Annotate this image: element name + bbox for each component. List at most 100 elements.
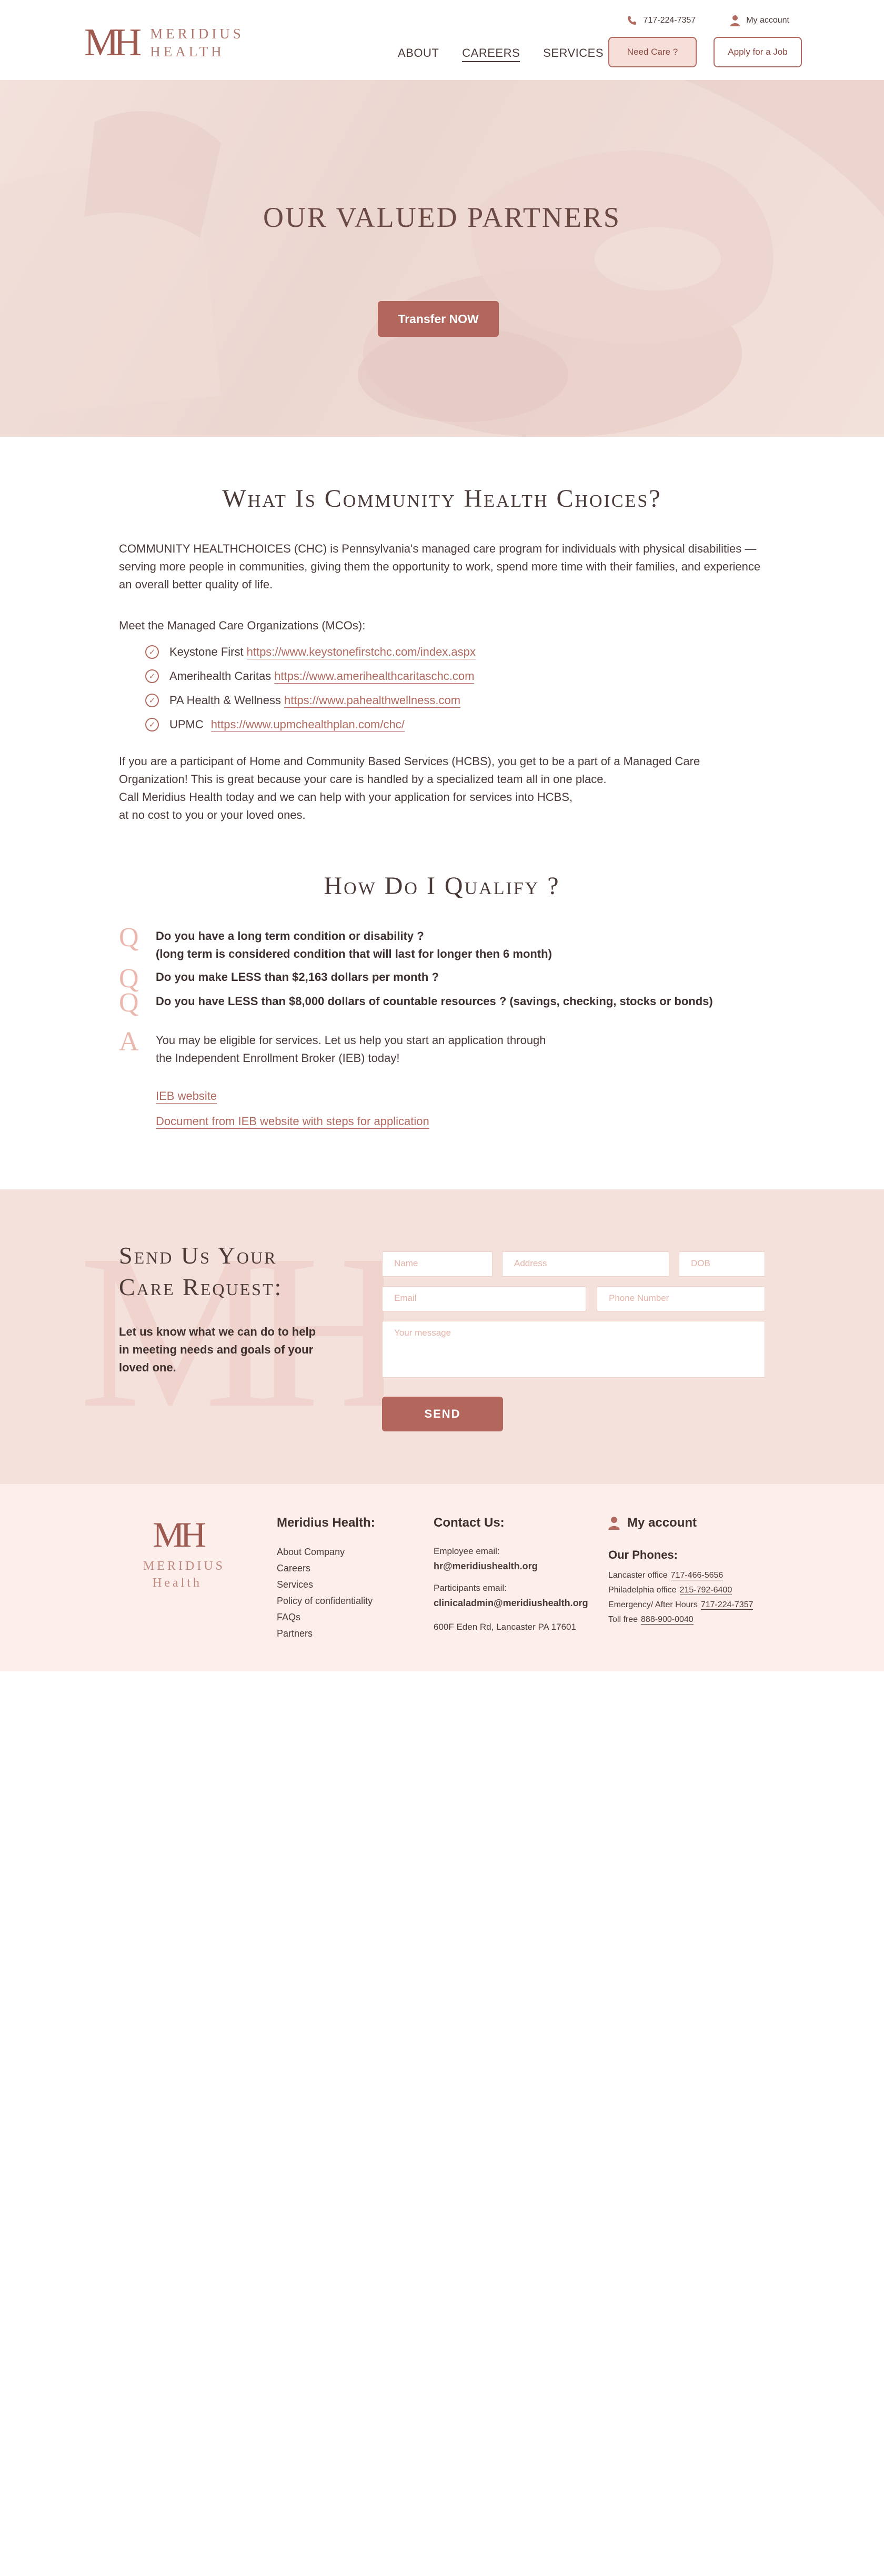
phone-number[interactable]: 888-900-0040 <box>641 1615 694 1625</box>
chc-heading: What Is Community Health Choices? <box>222 485 662 513</box>
answer-line-1: You may be eligible for services. Let us… <box>156 1034 546 1047</box>
chc-outro-line-2: Call Meridius Health today and we can he… <box>119 790 573 804</box>
phone-row: Lancaster office 717-466-5656 <box>608 1568 753 1583</box>
footer-account-link[interactable]: My account <box>608 1516 753 1530</box>
chc-outro: If you are a participant of Home and Com… <box>119 753 766 824</box>
address-input[interactable]: Address <box>502 1251 669 1277</box>
footer-company-column: Meridius Health: About Company Careers S… <box>277 1516 375 1642</box>
send-button[interactable]: SEND <box>382 1397 503 1431</box>
footer-account-label: My account <box>627 1516 697 1530</box>
ieb-document-link[interactable]: Document from IEB website with steps for… <box>156 1115 429 1129</box>
need-care-button[interactable]: Need Care ? <box>608 37 697 67</box>
request-title-line-2: Care Request: <box>119 1274 283 1300</box>
phone-number[interactable]: 215-792-6400 <box>679 1586 732 1595</box>
header-topbar: 717-224-7357 My account <box>627 15 789 26</box>
question-text: Do you have a long term condition or dis… <box>156 924 552 963</box>
check-icon: ✓ <box>145 718 159 731</box>
nav-services[interactable]: SERVICES <box>543 46 604 62</box>
phone-number[interactable]: 717-466-5656 <box>670 1571 724 1580</box>
site-logo[interactable]: MH MERIDIUS HEALTH <box>84 23 244 62</box>
logo-line-2: HEALTH <box>150 44 225 59</box>
qualify-heading: How Do I Qualify ? <box>324 872 560 900</box>
header-account-link[interactable]: My account <box>730 15 789 26</box>
request-title-line-1: Send Us Your <box>119 1242 277 1269</box>
mco-name: Keystone First <box>169 645 244 658</box>
check-icon: ✓ <box>145 645 159 659</box>
footer-link-policy[interactable]: Policy of confidentiality <box>277 1593 375 1609</box>
footer-phones-title: Our Phones: <box>608 1548 678 1561</box>
footer-contact-column: Contact Us: Employee email: hr@meridiush… <box>434 1516 588 1635</box>
footer-company-title: Meridius Health: <box>277 1516 375 1530</box>
chc-intro: COMMUNITY HEALTHCHOICES (CHC) is Pennsyl… <box>119 542 761 591</box>
footer-logo[interactable]: MH MERIDIUS Health <box>143 1517 226 1591</box>
header-phone[interactable]: 717-224-7357 <box>627 15 696 26</box>
footer-link-about[interactable]: About Company <box>277 1544 375 1560</box>
header-account-label: My account <box>746 16 789 25</box>
q-letter-icon: Q <box>119 923 139 953</box>
footer-link-faqs[interactable]: FAQs <box>277 1609 375 1626</box>
footer-link-careers[interactable]: Careers <box>277 1560 375 1577</box>
phone-number[interactable]: 717-224-7357 <box>700 1600 754 1610</box>
nav-careers[interactable]: CAREERS <box>462 46 520 62</box>
mco-list: ✓ Keystone First https://www.keystonefir… <box>145 640 476 737</box>
question-item: Q Do you have a long term condition or d… <box>119 924 552 963</box>
ieb-website-link[interactable]: IEB website <box>156 1089 217 1104</box>
nav-about[interactable]: ABOUT <box>398 46 439 62</box>
message-textarea[interactable]: Your message <box>382 1321 765 1378</box>
question-item: Q Do you make LESS than $2,163 dollars p… <box>119 965 439 993</box>
apply-job-button[interactable]: Apply for a Job <box>714 37 802 67</box>
mco-link[interactable]: https://www.keystonefirstchc.com/index.a… <box>246 645 476 659</box>
question-text: Do you have LESS than $8,000 dollars of … <box>156 995 713 1008</box>
hero-hands-image <box>0 80 884 437</box>
employee-email[interactable]: hr@meridiushealth.org <box>434 1559 588 1573</box>
logo-wordmark: MERIDIUS HEALTH <box>150 25 244 61</box>
mco-link[interactable]: https://www.amerihealthcaritaschc.com <box>274 669 475 684</box>
mco-lead: Meet the Managed Care Organizations (MCO… <box>119 619 366 632</box>
participant-email[interactable]: clinicaladmin@meridiushealth.org <box>434 1596 588 1610</box>
footer-logo-line-2: Health <box>153 1576 202 1590</box>
transfer-now-button[interactable]: Transfer NOW <box>378 301 499 337</box>
hero-title: OUR VALUED PARTNERS <box>263 202 621 233</box>
check-icon: ✓ <box>145 669 159 683</box>
footer-logo-line-1: MERIDIUS <box>143 1559 226 1573</box>
employee-email-label: Employee email: <box>434 1546 500 1556</box>
q-letter-icon: Q <box>119 988 139 1018</box>
phone-label: Toll free <box>608 1615 638 1624</box>
chc-outro-line-3: at no cost to you or your loved ones. <box>119 808 306 821</box>
logo-line-1: MERIDIUS <box>150 26 244 42</box>
site-header: MH MERIDIUS HEALTH 717-224-7357 My accou… <box>0 0 884 80</box>
question-1-line-2: (long term is considered condition that … <box>156 947 552 960</box>
mco-name: Amerihealth Caritas <box>169 669 272 683</box>
list-item: ✓ PA Health & Wellness https://www.pahea… <box>145 688 476 713</box>
user-icon <box>608 1517 620 1530</box>
footer-contact-title: Contact Us: <box>434 1516 505 1530</box>
mco-link[interactable]: https://www.upmchealthplan.com/chc/ <box>210 718 405 732</box>
a-letter-icon: A <box>119 1027 139 1057</box>
logo-mark: MH <box>84 21 142 64</box>
footer-phones-column: My account Our Phones: Lancaster office 7… <box>608 1516 754 1627</box>
phone-row: Toll free 888-900-0040 <box>608 1612 753 1627</box>
list-item: ✓ Keystone First https://www.keystonefir… <box>145 640 476 664</box>
header-phone-number: 717-224-7357 <box>643 16 696 25</box>
phone-row: Emergency/ After Hours 717-224-7357 <box>608 1598 754 1612</box>
user-icon <box>730 15 740 26</box>
answer-line-2: the Independent Enrollment Broker (IEB) … <box>156 1051 400 1065</box>
mco-link[interactable]: https://www.pahealthwellness.com <box>284 694 461 708</box>
phone-input[interactable]: Phone Number <box>597 1286 765 1311</box>
mco-name: PA Health & Wellness <box>169 694 281 707</box>
question-text: Do you make LESS than $2,163 dollars per… <box>156 970 439 984</box>
phone-label: Emergency/ After Hours <box>608 1600 698 1609</box>
chc-outro-line-1: If you are a participant of Home and Com… <box>119 755 700 786</box>
answer-item: A You may be eligible for services. Let … <box>119 1028 546 1067</box>
email-input[interactable]: Email <box>382 1286 586 1311</box>
participant-email-label: Participants email: <box>434 1583 507 1593</box>
care-request-section: MH Send Us Your Care Request: Let us kno… <box>0 1189 884 1484</box>
phone-icon <box>627 16 636 25</box>
name-input[interactable]: Name <box>382 1251 493 1277</box>
list-item: ✓ UPMC https://www.upmchealthplan.com/ch… <box>145 713 476 737</box>
footer-link-partners[interactable]: Partners <box>277 1626 375 1642</box>
footer-link-services[interactable]: Services <box>277 1577 375 1593</box>
answer-text: You may be eligible for services. Let us… <box>156 1028 546 1067</box>
dob-input[interactable]: DOB <box>679 1251 765 1277</box>
list-item: ✓ Amerihealth Caritas https://www.amerih… <box>145 664 476 688</box>
